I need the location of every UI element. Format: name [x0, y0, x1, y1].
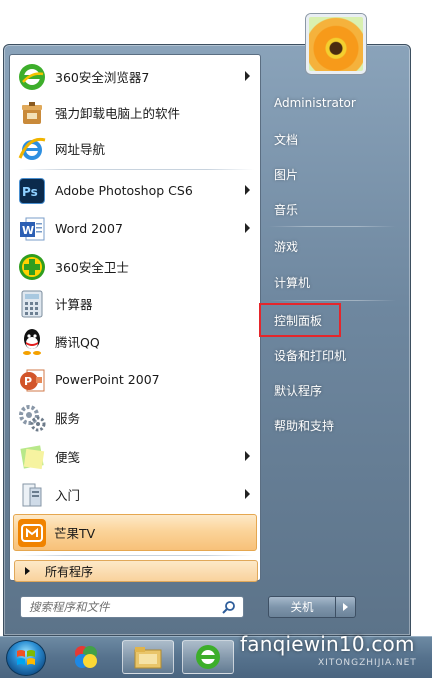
help-support-link[interactable]: 帮助和支持	[274, 417, 334, 434]
submenu-arrow-icon	[245, 185, 250, 195]
360-browser-icon	[16, 61, 48, 93]
program-list: 360安全浏览器7 强力卸载电脑上的软件 网址导航 Ps Adobe Photo…	[9, 54, 261, 582]
program-label: Adobe Photoshop CS6	[55, 183, 193, 198]
chevron-right-icon	[343, 603, 348, 611]
program-item-getting-started[interactable]: 入门	[13, 476, 257, 513]
svg-text:P: P	[24, 375, 32, 388]
program-item-word[interactable]: W Word 2007	[13, 210, 257, 247]
services-icon	[16, 402, 48, 434]
powerpoint-icon: P	[16, 364, 48, 396]
all-programs-label: 所有程序	[45, 564, 94, 579]
program-label: 芒果TV	[54, 526, 96, 541]
documents-link[interactable]: 文档	[274, 131, 298, 148]
program-label: 入门	[55, 488, 81, 503]
divider	[268, 226, 396, 227]
program-item-uninstaller[interactable]: 强力卸载电脑上的软件	[13, 94, 257, 131]
program-item-mango-tv[interactable]: 芒果TV	[13, 514, 257, 551]
qq-icon	[16, 326, 48, 358]
divider	[18, 555, 254, 556]
expand-arrow-icon	[25, 567, 30, 575]
calculator-icon	[16, 288, 48, 320]
watermark-subtext: XITONGZHIJIA.NET	[318, 658, 417, 668]
windows-logo-icon	[17, 650, 35, 665]
word-icon: W	[16, 213, 48, 245]
shutdown-label: 关机	[290, 600, 314, 614]
program-item-services[interactable]: 服务	[13, 399, 257, 436]
default-programs-link[interactable]: 默认程序	[274, 382, 322, 399]
highlight-box	[259, 303, 341, 337]
taskbar-browser-button[interactable]	[182, 640, 234, 674]
music-link[interactable]: 音乐	[274, 201, 298, 218]
program-label: 便笺	[55, 450, 81, 465]
ie-nav-icon	[16, 133, 48, 165]
user-avatar[interactable]	[306, 14, 366, 74]
getting-started-icon	[16, 479, 48, 511]
search-icon[interactable]	[222, 600, 236, 617]
desktop-background	[0, 0, 432, 44]
program-item-360-safeguard[interactable]: 360安全卫士	[13, 248, 257, 285]
program-item-sticky-notes[interactable]: 便笺	[13, 438, 257, 475]
submenu-arrow-icon	[245, 223, 250, 233]
pictures-link[interactable]: 图片	[274, 166, 298, 183]
search-box[interactable]	[20, 596, 244, 618]
uninstaller-icon	[16, 97, 48, 129]
submenu-arrow-icon	[245, 451, 250, 461]
program-label: 计算器	[55, 297, 93, 312]
program-item-calculator[interactable]: 计算器	[13, 285, 257, 322]
program-label: 网址导航	[55, 142, 106, 157]
divider	[268, 300, 396, 301]
svg-text:W: W	[22, 224, 34, 237]
svg-text:Ps: Ps	[22, 185, 38, 199]
all-programs-button[interactable]: 所有程序	[14, 560, 258, 582]
360-browser-icon	[196, 645, 220, 669]
taskbar-explorer-button[interactable]	[122, 640, 174, 674]
user-name-link[interactable]: Administrator	[274, 96, 356, 110]
computer-link[interactable]: 计算机	[274, 274, 310, 291]
submenu-arrow-icon	[245, 71, 250, 81]
program-label: 360安全卫士	[55, 260, 129, 275]
colorful-app-icon	[75, 646, 97, 668]
games-link[interactable]: 游戏	[274, 238, 298, 255]
mango-tv-icon	[18, 518, 46, 547]
sticky-notes-icon	[16, 441, 48, 473]
program-label: 腾讯QQ	[55, 335, 100, 350]
search-input[interactable]	[29, 600, 219, 614]
shutdown-options-button[interactable]	[336, 596, 356, 618]
360-safeguard-icon	[16, 251, 48, 283]
taskbar-app-button[interactable]	[60, 640, 112, 674]
program-item-qq[interactable]: 腾讯QQ	[13, 323, 257, 360]
program-label: 强力卸载电脑上的软件	[55, 106, 181, 121]
program-item-powerpoint[interactable]: P PowerPoint 2007	[13, 361, 257, 398]
program-label: PowerPoint 2007	[55, 372, 160, 387]
program-item-photoshop[interactable]: Ps Adobe Photoshop CS6	[13, 172, 257, 209]
start-button[interactable]	[6, 640, 46, 676]
divider	[18, 169, 254, 170]
program-item-url-nav[interactable]: 网址导航	[13, 130, 257, 167]
program-label: Word 2007	[55, 221, 123, 236]
devices-printers-link[interactable]: 设备和打印机	[274, 347, 346, 364]
watermark-text: fanqiewin10.com	[240, 632, 415, 656]
photoshop-icon: Ps	[19, 177, 45, 204]
folder-icon	[134, 647, 162, 669]
submenu-arrow-icon	[245, 489, 250, 499]
program-item-360-browser[interactable]: 360安全浏览器7	[13, 58, 257, 95]
program-label: 服务	[55, 411, 81, 426]
shutdown-button[interactable]: 关机	[268, 596, 336, 618]
program-label: 360安全浏览器7	[55, 70, 150, 85]
